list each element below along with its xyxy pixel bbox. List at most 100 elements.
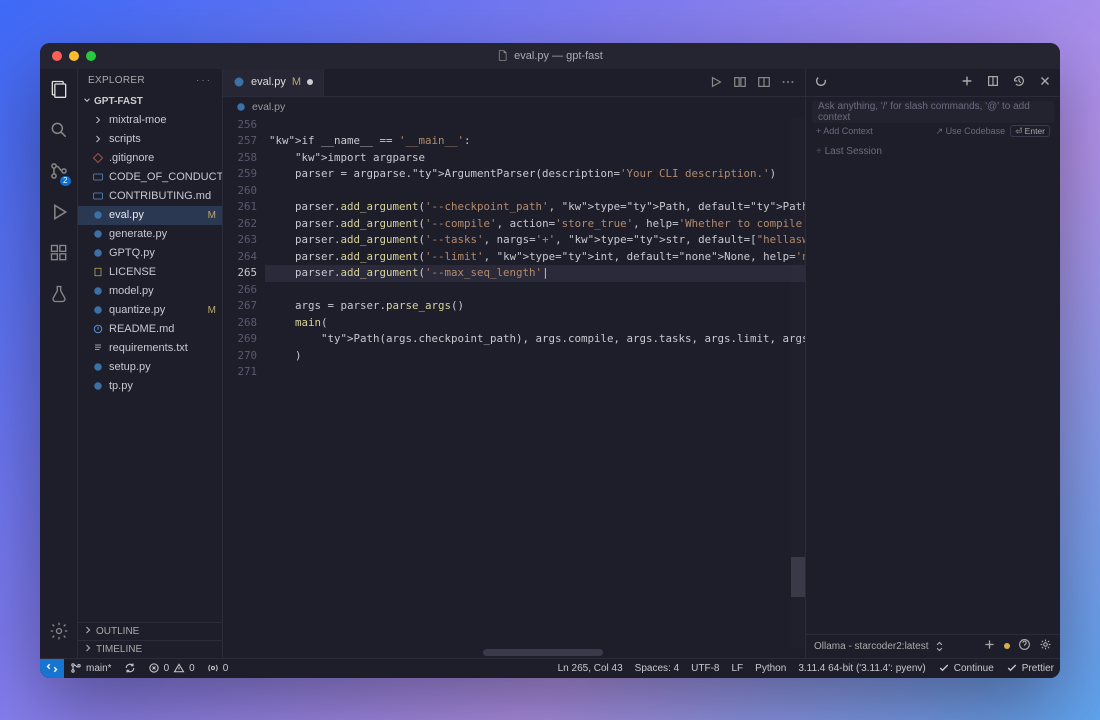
indent-label: Spaces: 4: [635, 663, 679, 674]
breadcrumb-file: eval.py: [252, 101, 285, 113]
code-line[interactable]: main(: [265, 315, 805, 332]
prettier-status[interactable]: Prettier: [1000, 659, 1060, 678]
code-line[interactable]: "ty">Path(args.checkpoint_path), args.co…: [265, 331, 805, 348]
code-line[interactable]: "kw">import argparse: [265, 150, 805, 167]
settings-gear-icon[interactable]: [49, 621, 69, 644]
file-row[interactable]: generate.py: [78, 225, 222, 244]
file-row[interactable]: model.py: [78, 282, 222, 301]
add-context-hint[interactable]: + Add Context: [816, 126, 873, 137]
code-editor[interactable]: 2562572582592602612622632642652662672682…: [223, 117, 805, 648]
language-mode[interactable]: Python: [749, 659, 792, 678]
file-row[interactable]: .gitignore: [78, 149, 222, 168]
check-icon: [1006, 662, 1018, 674]
split-editor-icon[interactable]: [757, 75, 771, 89]
tab-modified: M: [292, 76, 301, 88]
chat-help-icon[interactable]: [1018, 638, 1031, 654]
scrollbar-thumb[interactable]: [483, 649, 603, 656]
file-row[interactable]: tp.py: [78, 377, 222, 396]
model-picker[interactable]: Ollama - starcoder2:latest: [814, 640, 975, 653]
debug-view-icon[interactable]: [49, 202, 69, 225]
file-row[interactable]: README.md: [78, 320, 222, 339]
python-file-icon: [233, 76, 245, 88]
file-row[interactable]: setup.py: [78, 358, 222, 377]
search-view-icon[interactable]: [49, 120, 69, 143]
code-line[interactable]: parser.add_argument('--max_seq_length'|: [265, 265, 805, 282]
file-status: M: [208, 210, 216, 221]
tab-eval-py[interactable]: eval.py M: [223, 69, 324, 96]
add-model-icon[interactable]: [983, 638, 996, 654]
eol-display[interactable]: LF: [726, 659, 750, 678]
chat-settings-icon[interactable]: [1039, 638, 1052, 654]
status-dot-icon: [1004, 643, 1010, 649]
code-line[interactable]: [265, 282, 805, 299]
file-row[interactable]: quantize.pyM: [78, 301, 222, 320]
chevron-updown-icon: [933, 640, 946, 653]
breadcrumb[interactable]: eval.py: [223, 97, 805, 117]
timeline-label: TIMELINE: [96, 644, 142, 655]
file-row[interactable]: eval.pyM: [78, 206, 222, 225]
new-chat-icon[interactable]: [960, 74, 974, 91]
file-row[interactable]: CODE_OF_CONDUCT.md: [78, 168, 222, 187]
scm-view-icon[interactable]: 2: [49, 161, 69, 184]
testing-view-icon[interactable]: [49, 284, 69, 307]
sync-button[interactable]: [118, 659, 142, 678]
chat-input[interactable]: Ask anything, '/' for slash commands, '@…: [812, 101, 1054, 123]
code-line[interactable]: parser.add_argument('--tasks', nargs='+'…: [265, 232, 805, 249]
project-name: GPT-FAST: [94, 96, 143, 107]
close-chat-icon[interactable]: [1038, 74, 1052, 91]
horizontal-scrollbar[interactable]: [223, 648, 805, 658]
continue-status[interactable]: Continue: [932, 659, 1000, 678]
code-line[interactable]: [265, 364, 805, 381]
history-icon[interactable]: [1012, 74, 1026, 91]
editor-actions: [699, 69, 805, 96]
continue-label: Continue: [954, 663, 994, 674]
minimap-viewport[interactable]: [791, 557, 805, 597]
more-actions-icon[interactable]: [781, 75, 795, 89]
use-codebase-hint[interactable]: ↗ Use Codebase: [936, 126, 1006, 136]
encoding-display[interactable]: UTF-8: [685, 659, 725, 678]
ports-indicator[interactable]: 0: [201, 659, 235, 678]
chat-bottom-bar: Ollama - starcoder2:latest: [806, 634, 1060, 658]
file-row[interactable]: CONTRIBUTING.md: [78, 187, 222, 206]
book-icon[interactable]: [986, 74, 1000, 91]
code-line[interactable]: [265, 183, 805, 200]
file-row[interactable]: LICENSE: [78, 263, 222, 282]
sidebar-more-icon[interactable]: ···: [196, 75, 212, 86]
outline-section[interactable]: OUTLINE: [78, 622, 222, 640]
minimap[interactable]: [791, 117, 805, 648]
file-label: generate.py: [109, 228, 167, 240]
code-line[interactable]: parser = argparse."ty">ArgumentParser(de…: [265, 166, 805, 183]
code-line[interactable]: parser.add_argument('--checkpoint_path',…: [265, 199, 805, 216]
extensions-view-icon[interactable]: [49, 243, 69, 266]
run-icon[interactable]: [709, 75, 723, 89]
close-window[interactable]: [52, 51, 62, 61]
code-line[interactable]: args = parser.parse_args(): [265, 298, 805, 315]
indent-display[interactable]: Spaces: 4: [629, 659, 685, 678]
file-row[interactable]: scripts: [78, 130, 222, 149]
radio-icon: [207, 662, 219, 674]
code-line[interactable]: parser.add_argument('--limit', "kw">type…: [265, 249, 805, 266]
file-row[interactable]: GPTQ.py: [78, 244, 222, 263]
check-icon: [938, 662, 950, 674]
project-header[interactable]: GPT-FAST: [78, 93, 222, 111]
code-line[interactable]: "kw">if __name__ == '__main__':: [265, 133, 805, 150]
git-branch[interactable]: main*: [64, 659, 118, 678]
file-row[interactable]: requirements.txt: [78, 339, 222, 358]
sidebar-header: EXPLORER ···: [78, 69, 222, 93]
sidebar-title: EXPLORER: [88, 75, 145, 86]
last-session-row[interactable]: + Last Session: [806, 140, 1060, 163]
code-line[interactable]: ): [265, 348, 805, 365]
maximize-window[interactable]: [86, 51, 96, 61]
code-line[interactable]: [265, 117, 805, 134]
explorer-view-icon[interactable]: [49, 79, 69, 102]
python-interpreter[interactable]: 3.11.4 64-bit ('3.11.4': pyenv): [792, 659, 931, 678]
code-line[interactable]: parser.add_argument('--compile', action=…: [265, 216, 805, 233]
code-content[interactable]: "kw">if __name__ == '__main__': "kw">imp…: [265, 117, 805, 648]
cursor-position[interactable]: Ln 265, Col 43: [552, 659, 629, 678]
file-row[interactable]: mixtral-moe: [78, 111, 222, 130]
split-columns-icon[interactable]: [733, 75, 747, 89]
timeline-section[interactable]: TIMELINE: [78, 640, 222, 658]
minimize-window[interactable]: [69, 51, 79, 61]
remote-indicator[interactable]: [40, 659, 64, 678]
problems-indicator[interactable]: 0 0: [142, 659, 201, 678]
